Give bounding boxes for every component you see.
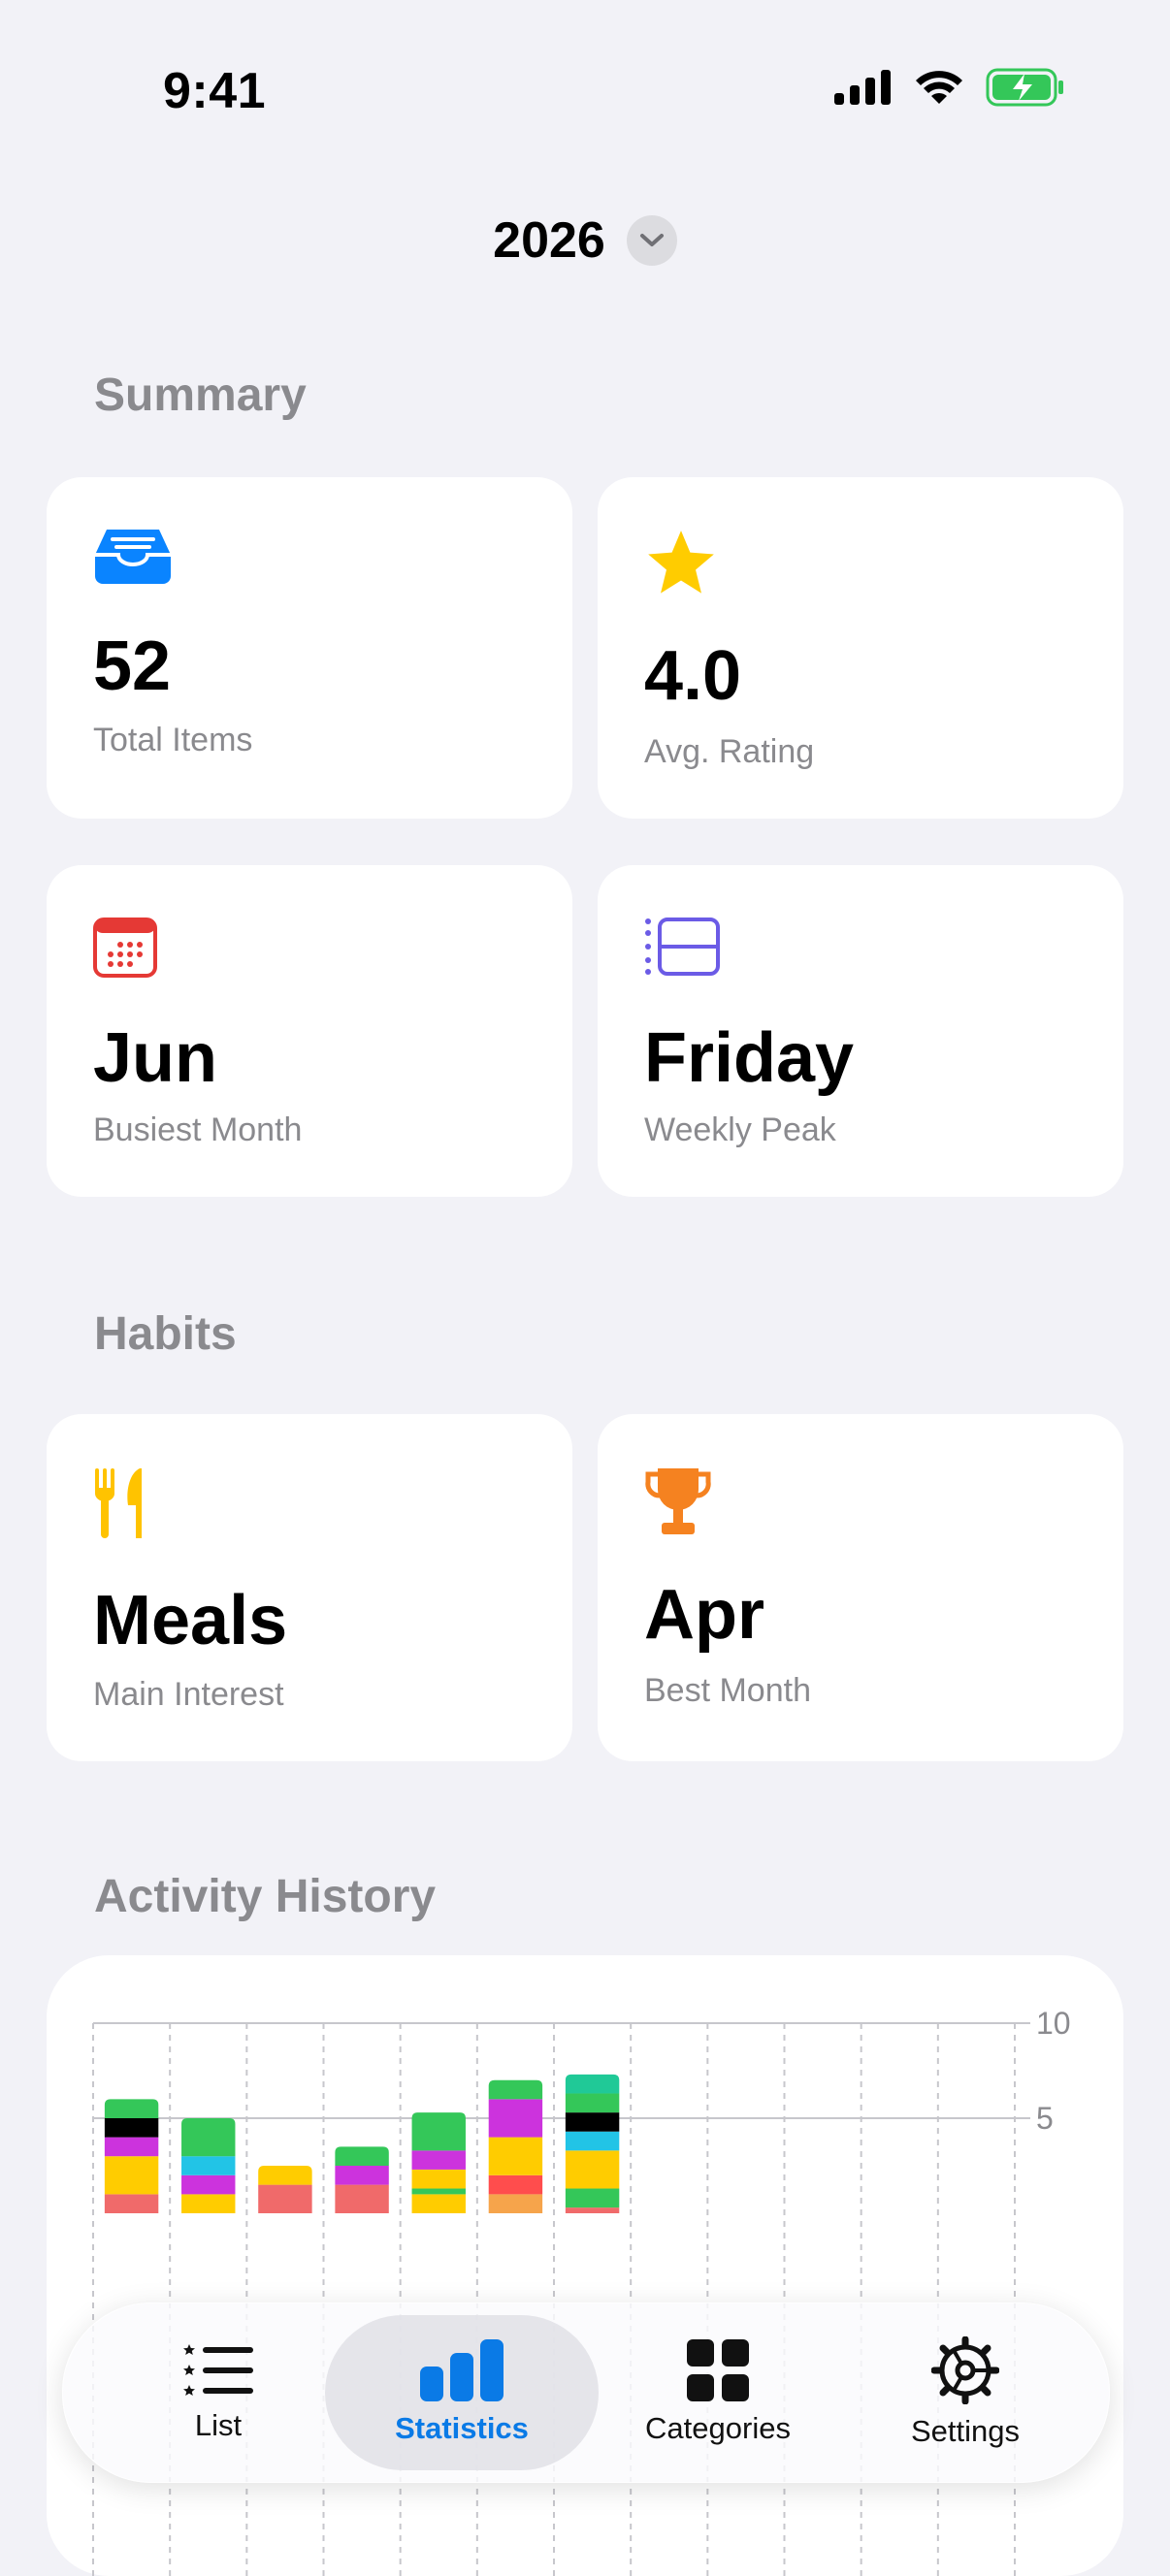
tab-settings[interactable]: Settings — [859, 2303, 1072, 2482]
chart-bar-segment — [565, 2207, 620, 2213]
main-interest-value: Meals — [93, 1582, 288, 1659]
weekly-peak-label: Weekly Peak — [644, 1111, 836, 1148]
chart-bar-segment — [565, 2150, 620, 2189]
chart-bar-segment — [411, 2188, 466, 2195]
battery-charging-icon — [986, 68, 1063, 107]
tab-list[interactable]: List — [112, 2303, 325, 2482]
chart-y-tick-label: 5 — [1036, 2101, 1054, 2136]
busiest-month-card: Jun Busiest Month — [47, 865, 572, 1197]
tab-settings-label: Settings — [910, 2414, 1020, 2448]
total-items-card: 52 Total Items — [47, 477, 572, 819]
chart-bar-segment — [181, 2174, 236, 2195]
habits-section-title: Habits — [94, 1308, 237, 1360]
total-items-label: Total Items — [93, 722, 253, 758]
chart-bar-segment — [181, 2194, 236, 2213]
statistics-icon — [420, 2339, 504, 2401]
chart-bar-segment — [104, 2137, 159, 2157]
chart-bar-segment — [104, 2099, 159, 2118]
chart-bar-segment — [181, 2156, 236, 2175]
chart-bar-segment — [104, 2194, 159, 2213]
cellular-signal-icon — [834, 70, 891, 105]
chart-bar-segment — [488, 2079, 543, 2100]
list-icon — [183, 2344, 253, 2396]
chart-bar-segment — [411, 2150, 466, 2170]
tab-statistics[interactable]: Statistics — [341, 2303, 583, 2482]
year-label: 2026 — [493, 212, 605, 269]
activity-section-title: Activity History — [94, 1871, 437, 1922]
summary-section-title: Summary — [94, 370, 307, 421]
busiest-month-label: Busiest Month — [93, 1111, 303, 1148]
best-month-card: Apr Best Month — [598, 1414, 1123, 1761]
chart-bar-segment — [181, 2118, 236, 2157]
tab-categories-label: Categories — [645, 2411, 791, 2445]
best-month-value: Apr — [644, 1576, 764, 1654]
chart-bar-segment — [411, 2194, 466, 2213]
chart-bar-segment — [104, 2118, 159, 2138]
chart-bar-segment — [335, 2166, 389, 2185]
chart-y-tick-label: 10 — [1036, 2006, 1071, 2041]
total-items-value: 52 — [93, 628, 172, 705]
chart-bar-segment — [411, 2169, 466, 2189]
chart-bar-segment — [565, 2112, 620, 2132]
trophy-icon — [644, 1466, 712, 1541]
chevron-down-icon[interactable] — [626, 215, 677, 266]
chart-bar-segment — [488, 2137, 543, 2175]
chart-bar-segment — [335, 2184, 389, 2213]
tab-list-label: List — [194, 2408, 243, 2442]
week-timeline-icon — [644, 916, 722, 982]
chart-bar-segment — [335, 2146, 389, 2166]
avg-rating-value: 4.0 — [644, 637, 742, 715]
calendar-icon — [93, 916, 157, 982]
main-interest-label: Main Interest — [93, 1676, 284, 1713]
chart-bar-segment — [258, 2166, 312, 2185]
chart-bar-segment — [488, 2099, 543, 2138]
activity-stacked-bar-chart: 10 5 — [92, 2006, 1071, 2576]
chart-bar-segment — [488, 2194, 543, 2213]
settings-gear-icon — [931, 2336, 999, 2404]
chart-bar-segment — [411, 2112, 466, 2151]
tab-bar: List Statistics Categories Settings — [62, 2302, 1110, 2483]
chart-bar-segment — [565, 2093, 620, 2113]
status-icons — [834, 68, 1065, 107]
chart-bar-segment — [104, 2156, 159, 2195]
weekly-peak-card: Friday Weekly Peak — [598, 865, 1123, 1197]
main-interest-card: Meals Main Interest — [47, 1414, 572, 1761]
chart-bar-segment — [565, 2188, 620, 2208]
chart-bar-segment — [258, 2184, 312, 2213]
status-time: 9:41 — [163, 63, 267, 119]
chart-bar-segment — [565, 2074, 620, 2094]
wifi-icon — [916, 71, 962, 104]
categories-grid-icon — [687, 2339, 749, 2401]
fork-knife-icon — [93, 1466, 144, 1545]
star-icon — [644, 528, 718, 602]
busiest-month-value: Jun — [93, 1019, 218, 1097]
tab-statistics-label: Statistics — [395, 2411, 529, 2445]
avg-rating-label: Avg. Rating — [644, 733, 815, 770]
chart-bar-segment — [565, 2131, 620, 2151]
chart-bar-segment — [488, 2174, 543, 2195]
tray-icon — [93, 526, 173, 591]
year-selector[interactable]: 2026 — [0, 211, 1170, 270]
activity-chart-card: 10 5 — [47, 1955, 1123, 2576]
weekly-peak-value: Friday — [644, 1019, 855, 1097]
avg-rating-card: 4.0 Avg. Rating — [598, 477, 1123, 819]
tab-categories[interactable]: Categories — [606, 2303, 829, 2482]
best-month-label: Best Month — [644, 1672, 811, 1709]
